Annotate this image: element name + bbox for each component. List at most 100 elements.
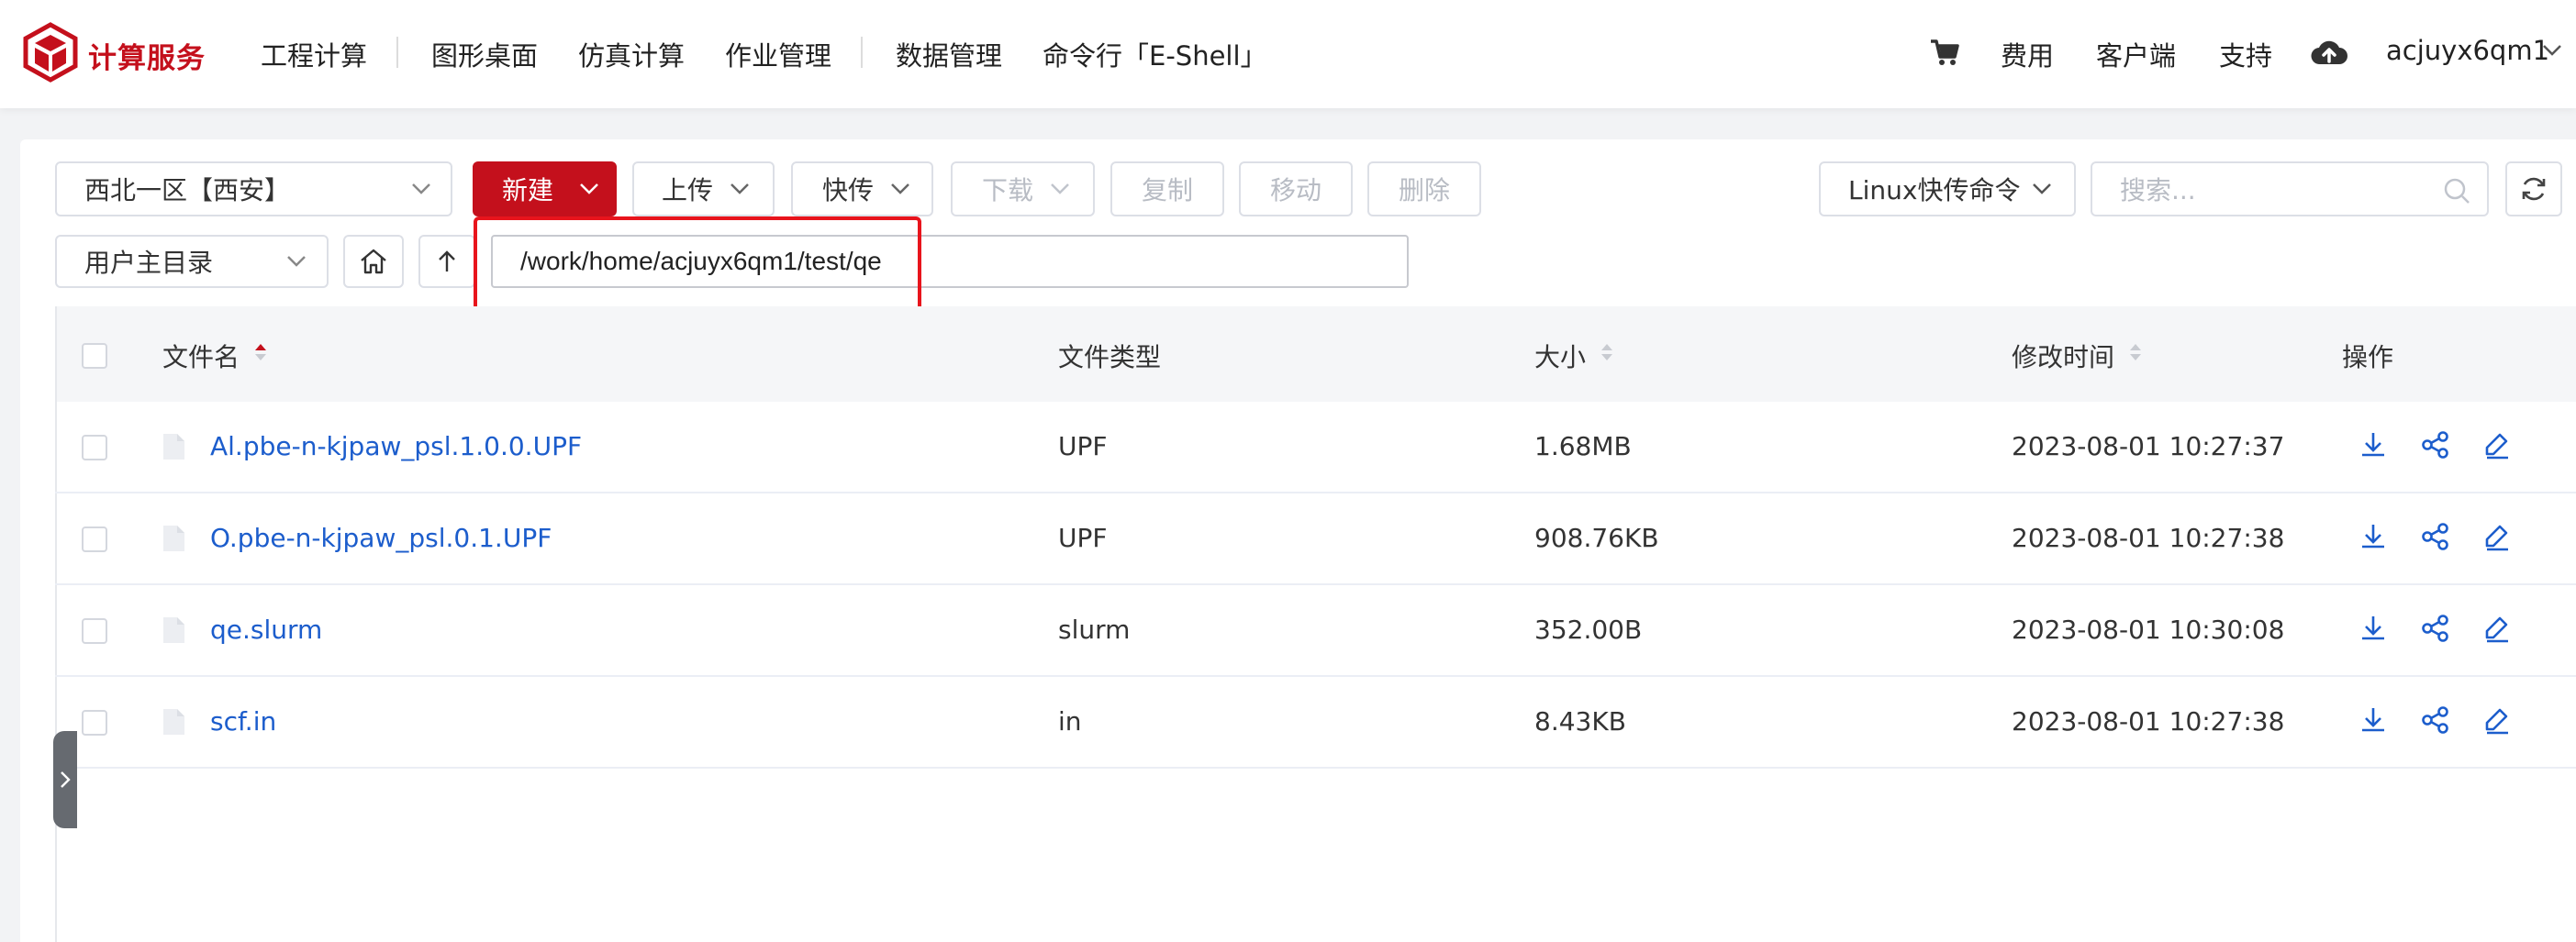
move-button-label: 移动 (1269, 175, 1321, 205)
search-input[interactable]: 搜索... (2091, 161, 2489, 216)
col-header-actions: 操作 (2342, 342, 2394, 372)
file-size: 1.68MB (1534, 431, 1632, 461)
file-size: 8.43KB (1534, 706, 1626, 737)
home-dir-select[interactable]: 用户主目录 (55, 235, 329, 288)
edit-icon[interactable] (2481, 613, 2513, 644)
nav-eshell[interactable]: 命令行「E-Shell」 (1043, 35, 1267, 73)
delete-button-label: 删除 (1398, 175, 1450, 205)
sort-icon[interactable] (2127, 341, 2144, 363)
chevron-right-icon (61, 771, 71, 788)
row-checkbox[interactable] (82, 435, 107, 460)
top-navbar: 计算服务 工程计算 图形桌面 仿真计算 作业管理 数据管理 命令行「E-Shel… (0, 0, 2576, 108)
nav-fee[interactable]: 费用 (2001, 35, 2054, 73)
share-icon[interactable] (2420, 429, 2451, 460)
home-dir-label: 用户主目录 (84, 248, 214, 278)
new-button[interactable]: 新建 (473, 161, 617, 216)
col-header-modified[interactable]: 修改时间 (2012, 338, 2114, 374)
nav-simulation[interactable]: 仿真计算 (578, 35, 685, 73)
file-icon (163, 709, 184, 735)
home-button[interactable] (343, 235, 404, 288)
cloud-upload-icon[interactable] (2311, 37, 2347, 68)
new-button-label: 新建 (502, 175, 554, 205)
file-type: slurm (1058, 615, 1131, 645)
delete-button[interactable]: 删除 (1367, 161, 1481, 216)
nav-support[interactable]: 支持 (2219, 35, 2272, 73)
copy-button[interactable]: 复制 (1110, 161, 1224, 216)
row-checkbox[interactable] (82, 710, 107, 736)
nav-desktop[interactable]: 图形桌面 (431, 35, 538, 73)
share-icon[interactable] (2420, 613, 2451, 644)
file-name-link[interactable]: qe.slurm (210, 615, 322, 645)
row-checkbox[interactable] (82, 618, 107, 644)
sidebar-toggle[interactable] (53, 731, 77, 828)
copy-button-label: 复制 (1141, 175, 1193, 205)
download-icon[interactable] (2358, 613, 2389, 644)
file-modified: 2023-08-01 10:30:08 (2012, 615, 2285, 645)
select-all-checkbox[interactable] (82, 343, 107, 369)
nav-engineering[interactable]: 工程计算 (261, 35, 367, 73)
nav-data[interactable]: 数据管理 (896, 35, 1002, 73)
upload-button[interactable]: 上传 (632, 161, 775, 216)
edit-icon[interactable] (2481, 429, 2513, 460)
col-header-size[interactable]: 大小 (1534, 338, 1586, 374)
share-icon[interactable] (2420, 704, 2451, 736)
download-button[interactable]: 下载 (951, 161, 1095, 216)
edit-icon[interactable] (2481, 704, 2513, 736)
file-modified: 2023-08-01 10:27:38 (2012, 523, 2285, 553)
user-menu[interactable]: acjuyx6qm1 (2386, 35, 2549, 66)
nav-divider (396, 37, 398, 68)
download-icon[interactable] (2358, 429, 2389, 460)
chevron-down-icon (580, 183, 598, 194)
nav-divider (861, 37, 863, 68)
nav-jobs[interactable]: 作业管理 (725, 35, 831, 73)
fast-transfer-label: 快传 (822, 175, 875, 205)
file-name-link[interactable]: Al.pbe-n-kjpaw_psl.1.0.0.UPF (210, 431, 582, 461)
file-type: UPF (1058, 523, 1108, 553)
sort-icon[interactable] (252, 341, 269, 363)
row-checkbox[interactable] (82, 526, 107, 552)
edit-icon[interactable] (2481, 521, 2513, 552)
table-header (55, 306, 2576, 402)
chevron-down-icon[interactable] (2542, 44, 2562, 57)
region-select-value: 西北一区【西安】 (84, 175, 291, 205)
file-size: 908.76KB (1534, 523, 1659, 553)
file-type: UPF (1058, 431, 1108, 461)
file-modified: 2023-08-01 10:27:38 (2012, 706, 2285, 737)
fast-transfer-button[interactable]: 快传 (791, 161, 933, 216)
nav-client[interactable]: 客户端 (2096, 35, 2176, 73)
logo-cube-icon (23, 22, 78, 83)
file-icon (163, 617, 184, 643)
upload-button-label: 上传 (662, 175, 714, 205)
file-modified: 2023-08-01 10:27:37 (2012, 431, 2285, 461)
parent-dir-button[interactable] (418, 235, 475, 288)
col-header-name[interactable]: 文件名 (162, 338, 240, 374)
file-icon (163, 526, 184, 551)
path-highlight-box (474, 216, 921, 314)
refresh-icon (2522, 177, 2546, 201)
download-button-label: 下载 (982, 175, 1034, 205)
search-icon (2444, 178, 2470, 204)
linux-command-select[interactable]: Linux快传命令 (1819, 161, 2076, 216)
move-button[interactable]: 移动 (1239, 161, 1353, 216)
share-icon[interactable] (2420, 521, 2451, 552)
cart-icon[interactable] (1929, 37, 1960, 68)
file-name-link[interactable]: scf.in (210, 706, 276, 737)
chevron-down-icon (730, 183, 749, 194)
region-select[interactable]: 西北一区【西安】 (55, 161, 452, 216)
download-icon[interactable] (2358, 704, 2389, 736)
file-type: in (1058, 706, 1082, 737)
file-name-link[interactable]: O.pbe-n-kjpaw_psl.0.1.UPF (210, 523, 552, 553)
chevron-down-icon (1051, 183, 1069, 194)
sort-icon[interactable] (1599, 341, 1615, 363)
search-placeholder: 搜索... (2120, 175, 2196, 205)
chevron-down-icon (412, 183, 430, 194)
download-icon[interactable] (2358, 521, 2389, 552)
refresh-button[interactable] (2505, 161, 2562, 216)
linux-command-label: Linux快传命令 (1848, 175, 2021, 205)
col-header-type: 文件类型 (1058, 342, 1162, 372)
chevron-down-icon (287, 256, 306, 267)
brand-name: 计算服务 (88, 42, 206, 75)
file-icon (163, 434, 184, 460)
file-size: 352.00B (1534, 615, 1643, 645)
chevron-down-icon (891, 183, 909, 194)
